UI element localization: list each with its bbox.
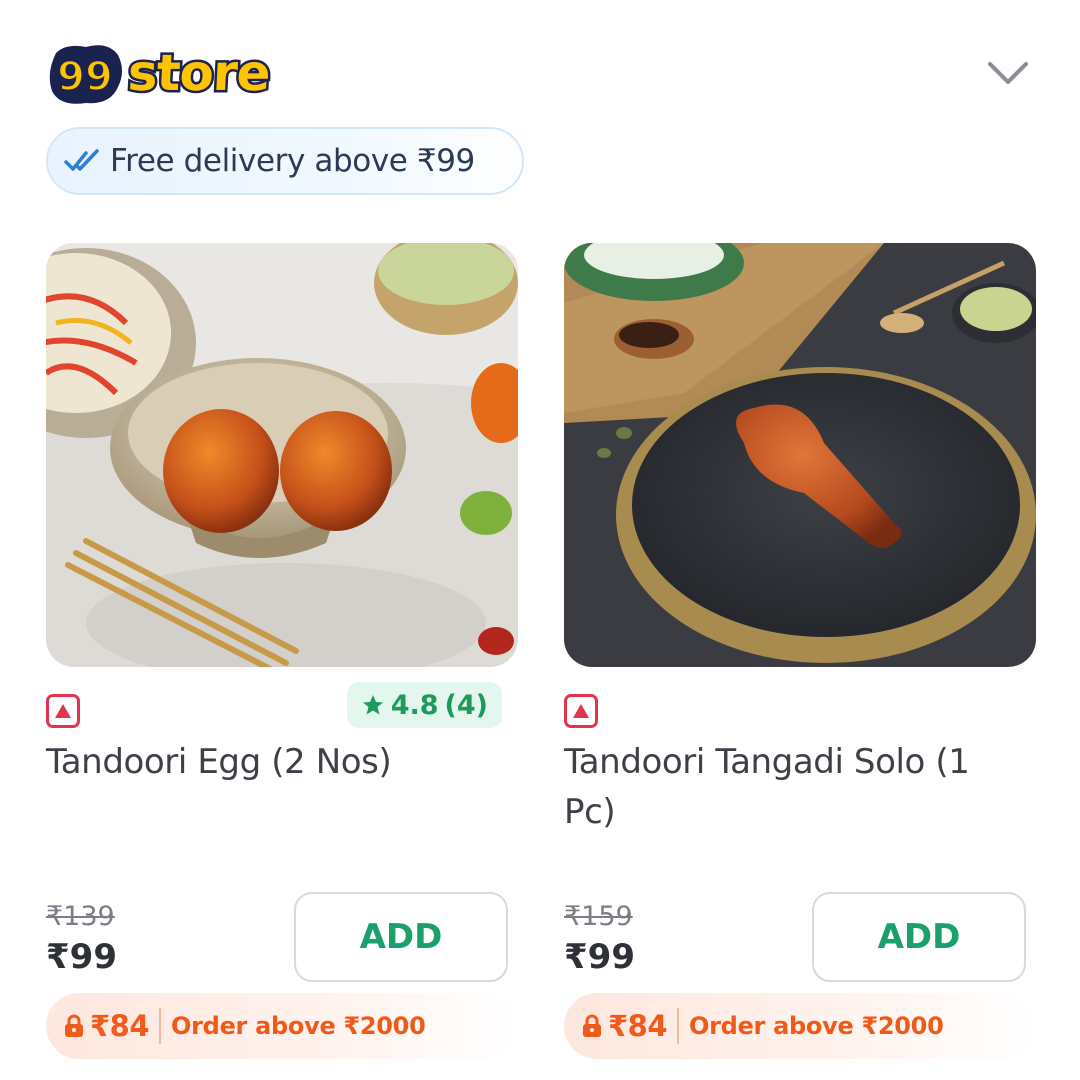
lock-icon bbox=[64, 1014, 84, 1038]
star-icon bbox=[361, 693, 385, 717]
original-price: ₹159 bbox=[564, 901, 633, 932]
chevron-down-icon[interactable] bbox=[986, 58, 1030, 88]
selling-price: ₹99 bbox=[46, 937, 117, 977]
product-image[interactable] bbox=[564, 243, 1036, 667]
double-check-icon bbox=[64, 148, 100, 174]
offer-price: ₹84 bbox=[608, 1009, 668, 1043]
logo-wordmark: store bbox=[124, 42, 274, 105]
add-button[interactable]: ADD bbox=[812, 892, 1026, 982]
non-veg-indicator-icon bbox=[564, 694, 598, 728]
offer-strip: ₹84 Order above ₹2000 bbox=[46, 993, 518, 1059]
logo-99-badge: 99 bbox=[46, 43, 124, 109]
lock-icon bbox=[582, 1014, 602, 1038]
svg-text:99: 99 bbox=[57, 54, 113, 100]
add-button[interactable]: ADD bbox=[294, 892, 508, 982]
selling-price: ₹99 bbox=[564, 937, 635, 977]
non-veg-indicator-icon bbox=[46, 694, 80, 728]
store-logo: 99 store bbox=[46, 40, 274, 112]
free-delivery-text: Free delivery above ₹99 bbox=[110, 143, 475, 179]
product-card-tandoori-egg[interactable]: 4.8 (4) Tandoori Egg (2 Nos) ₹139 ₹99 AD… bbox=[46, 243, 518, 1073]
offer-price: ₹84 bbox=[90, 1009, 150, 1043]
offer-strip: ₹84 Order above ₹2000 bbox=[564, 993, 1036, 1059]
offer-divider bbox=[159, 1008, 162, 1044]
store-header: 99 store bbox=[46, 40, 1036, 120]
free-delivery-banner: Free delivery above ₹99 bbox=[46, 127, 524, 195]
product-image[interactable] bbox=[46, 243, 518, 667]
offer-condition: Order above ₹2000 bbox=[171, 1012, 426, 1040]
product-name[interactable]: Tandoori Tangadi Solo (1 Pc) bbox=[564, 737, 1016, 837]
rating-value: 4.8 bbox=[390, 689, 439, 721]
rating-badge: 4.8 (4) bbox=[346, 682, 502, 728]
offer-condition: Order above ₹2000 bbox=[689, 1012, 944, 1040]
original-price: ₹139 bbox=[46, 901, 115, 932]
product-card-tandoori-tangadi[interactable]: Tandoori Tangadi Solo (1 Pc) ₹159 ₹99 AD… bbox=[564, 243, 1036, 1073]
offer-divider bbox=[677, 1008, 680, 1044]
rating-count: (4) bbox=[444, 689, 488, 721]
product-name[interactable]: Tandoori Egg (2 Nos) bbox=[46, 737, 498, 787]
